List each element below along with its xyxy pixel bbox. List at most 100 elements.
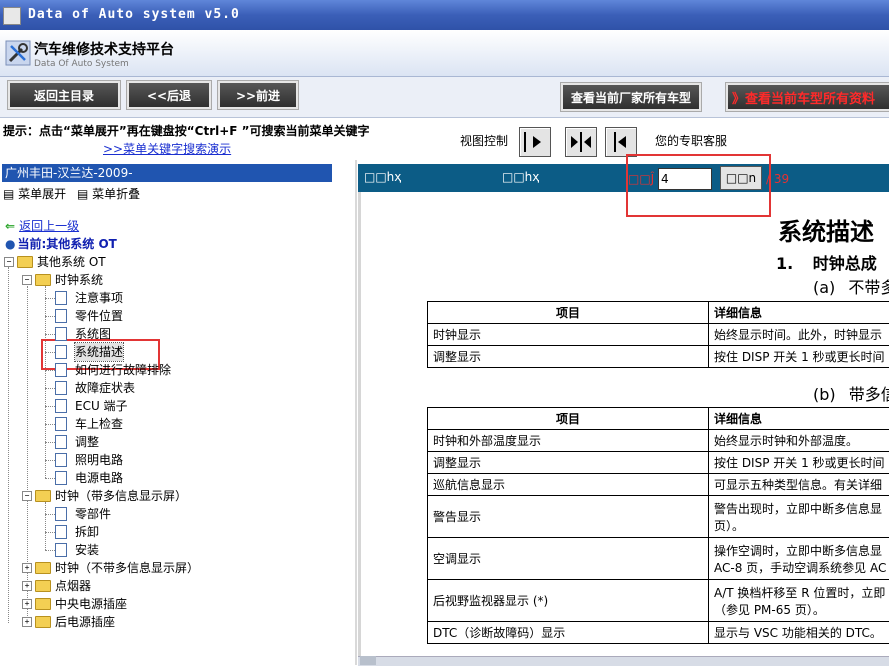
document-viewer: □□hҳ □□hҳ □□Ĵ 4 □□n / 39 系统描述 1. 时钟总成 (a… <box>358 160 889 665</box>
doc-title: 系统描述 <box>778 212 874 247</box>
brand-subtitle: Data Of Auto System <box>34 59 129 69</box>
app-icon <box>3 7 21 25</box>
folder-icon <box>35 598 51 610</box>
expand-icon: ▤ <box>3 187 14 201</box>
tree-leaf-label: 零件位置 <box>75 307 123 325</box>
nav-toolbar: 返回主目录 <<后退 >>前进 查看当前厂家所有车型 》查看当前车型所有资料 <box>0 77 889 118</box>
table-row: 时钟和外部温度显示始终显示时钟和外部温度。 <box>428 430 889 452</box>
factory-models-button[interactable]: 查看当前厂家所有车型 <box>560 82 702 112</box>
subheading-label: 不带多 <box>848 278 889 297</box>
tree-leaf-clock-1[interactable]: 零件位置 <box>55 307 123 325</box>
collapse-node-icon: − <box>4 257 14 267</box>
home-button[interactable]: 返回主目录 <box>7 80 121 110</box>
table-cell-item: 调整显示 <box>428 452 709 474</box>
window-title: Data of Auto system v5.0 <box>28 7 240 22</box>
back-button[interactable]: <<后退 <box>126 80 212 110</box>
document-page-icon <box>55 435 67 449</box>
table-row: 警告显示警告出现时，立即中断多信息显页）。 <box>428 496 889 538</box>
detail-line: 操作空调时，立即中断多信息显 <box>714 542 889 559</box>
tree-leaf-clock-multi-1[interactable]: 拆卸 <box>55 523 99 541</box>
expand-right-view-button[interactable] <box>519 127 551 157</box>
scroll-left-button[interactable] <box>360 656 376 665</box>
back-arrow-icon: ⇐ <box>5 217 15 235</box>
table-row: 巡航信息显示可显示五种类型信息。有关详细 <box>428 474 889 496</box>
tree-leaf-clock-6[interactable]: ECU 端子 <box>55 397 128 415</box>
table-cell-detail: 警告出现时，立即中断多信息显页）。 <box>709 496 889 538</box>
table-cell-item: 巡航信息显示 <box>428 474 709 496</box>
tree-node-label: 其他系统 OT <box>37 253 106 271</box>
tree-node-lighter[interactable]: + 点烟器 <box>22 577 91 595</box>
tree-leaf-clock-0[interactable]: 注意事项 <box>55 289 123 307</box>
table-cell-detail: 可显示五种类型信息。有关详细 <box>709 474 889 496</box>
tree-node-other-systems[interactable]: − 其他系统 OT <box>4 253 106 271</box>
back-up-link[interactable]: ⇐ 返回上一级 <box>5 217 79 235</box>
tree-leaf-label: ECU 端子 <box>75 397 128 415</box>
current-location: ● 当前:其他系统 OT <box>5 235 117 253</box>
doc-subheading-b: (b) 带多信 <box>813 381 889 405</box>
menu-collapse-control[interactable]: ▤ 菜单折叠 <box>77 185 140 202</box>
tree-leaf-label: 故障症状表 <box>75 379 135 397</box>
table-cell-item: 调整显示 <box>428 346 709 368</box>
split-view-button[interactable] <box>565 127 597 157</box>
page-control-highlight <box>626 154 771 217</box>
tree-leaf-clock-multi-2[interactable]: 安装 <box>55 541 99 559</box>
viewer-left-border <box>358 192 361 665</box>
document-page-icon <box>55 471 67 485</box>
collapse-node-icon: − <box>22 275 32 285</box>
detail-line: 警告出现时，立即中断多信息显 <box>714 500 889 517</box>
tree-leaf-clock-7[interactable]: 车上检查 <box>55 415 123 433</box>
tree-leaf-clock-4[interactable]: 如何进行故障排除 <box>55 361 171 379</box>
tree-leaf-clock-5[interactable]: 故障症状表 <box>55 379 135 397</box>
expand-node-icon: + <box>22 617 32 627</box>
table-cell-detail: A/T 换档杆移至 R 位置时，立即（参见 PM-65 页）。 <box>709 580 889 622</box>
tree-leaf-clock-10[interactable]: 电源电路 <box>55 469 123 487</box>
tree-node-label: 时钟系统 <box>55 271 103 289</box>
tree-leaf-label: 如何进行故障排除 <box>75 361 171 379</box>
tree-node-center-socket[interactable]: + 中央电源插座 <box>22 595 127 613</box>
table-cell-item: 警告显示 <box>428 496 709 538</box>
table-cell-detail: 按住 DISP 开关 1 秒或更长时间 <box>709 346 889 368</box>
detail-line: 始终显示时间。此外，时钟显示 <box>714 326 889 343</box>
forward-button[interactable]: >>前进 <box>217 80 299 110</box>
viewer-toolbar-text-2[interactable]: □□hҳ <box>502 170 539 184</box>
viewer-toolbar-text-1[interactable]: □□hҳ <box>364 170 401 184</box>
menu-expand-control[interactable]: ▤ 菜单展开 <box>3 185 66 202</box>
column-header: 详细信息 <box>709 408 889 430</box>
expand-node-icon: + <box>22 581 32 591</box>
detail-line: 页）。 <box>714 517 889 534</box>
section-title: 时钟总成 <box>813 254 877 273</box>
document-page-icon <box>55 309 67 323</box>
doc-section-heading: 1. 时钟总成 <box>776 250 877 274</box>
tree-leaf-clock-9[interactable]: 照明电路 <box>55 451 123 469</box>
detail-line: AC-8 页，手动空调系统参见 AC <box>714 559 889 576</box>
detail-line: （参见 PM-65 页）。 <box>714 601 889 618</box>
tree-leaf-label: 零部件 <box>75 505 111 523</box>
document-page-icon <box>55 345 67 359</box>
doc-subheading-a: (a) 不带多 <box>813 274 889 298</box>
expand-left-view-button[interactable] <box>605 127 637 157</box>
document-page-icon <box>55 525 67 539</box>
tree-leaf-clock-3[interactable]: 系统描述 <box>55 343 123 361</box>
table-cell-item: DTC（诊断故障码）显示 <box>428 622 709 644</box>
back-up-label: 返回上一级 <box>19 217 79 235</box>
tree-leaf-label: 车上检查 <box>75 415 123 433</box>
tree-node-clock-system[interactable]: − 时钟系统 <box>22 271 103 289</box>
search-demo-link[interactable]: >>菜单关键字搜索演示 <box>103 140 231 157</box>
tree-node-clock-nomulti[interactable]: + 时钟（不带多信息显示屏） <box>22 559 199 577</box>
subheading-tag: (a) <box>813 278 835 297</box>
document-page-icon <box>55 363 67 377</box>
location-icon: ● <box>5 235 15 253</box>
tree-node-clock-multi[interactable]: − 时钟（带多信息显示屏） <box>22 487 187 505</box>
tree-leaf-clock-8[interactable]: 调整 <box>55 433 99 451</box>
hint-text: 提示：点击“菜单展开”再在键盘按“Ctrl+F ”可搜索当前菜单关键字 <box>3 122 370 139</box>
tree-leaf-label: 安装 <box>75 541 99 559</box>
tree-leaf-clock-multi-0[interactable]: 零部件 <box>55 505 111 523</box>
model-docs-button[interactable]: 》查看当前车型所有资料 <box>725 82 889 112</box>
tree-leaf-clock-2[interactable]: 系统图 <box>55 325 111 343</box>
tree-node-rear-socket[interactable]: + 后电源插座 <box>22 613 115 631</box>
table-row: 空调显示操作空调时，立即中断多信息显AC-8 页，手动空调系统参见 AC <box>428 538 889 580</box>
view-control-label: 视图控制 <box>460 132 508 149</box>
split-icon <box>566 128 596 156</box>
vehicle-header: 广州丰田-汉兰达-2009- <box>2 164 332 182</box>
tree-node-label: 时钟（不带多信息显示屏） <box>55 559 199 577</box>
